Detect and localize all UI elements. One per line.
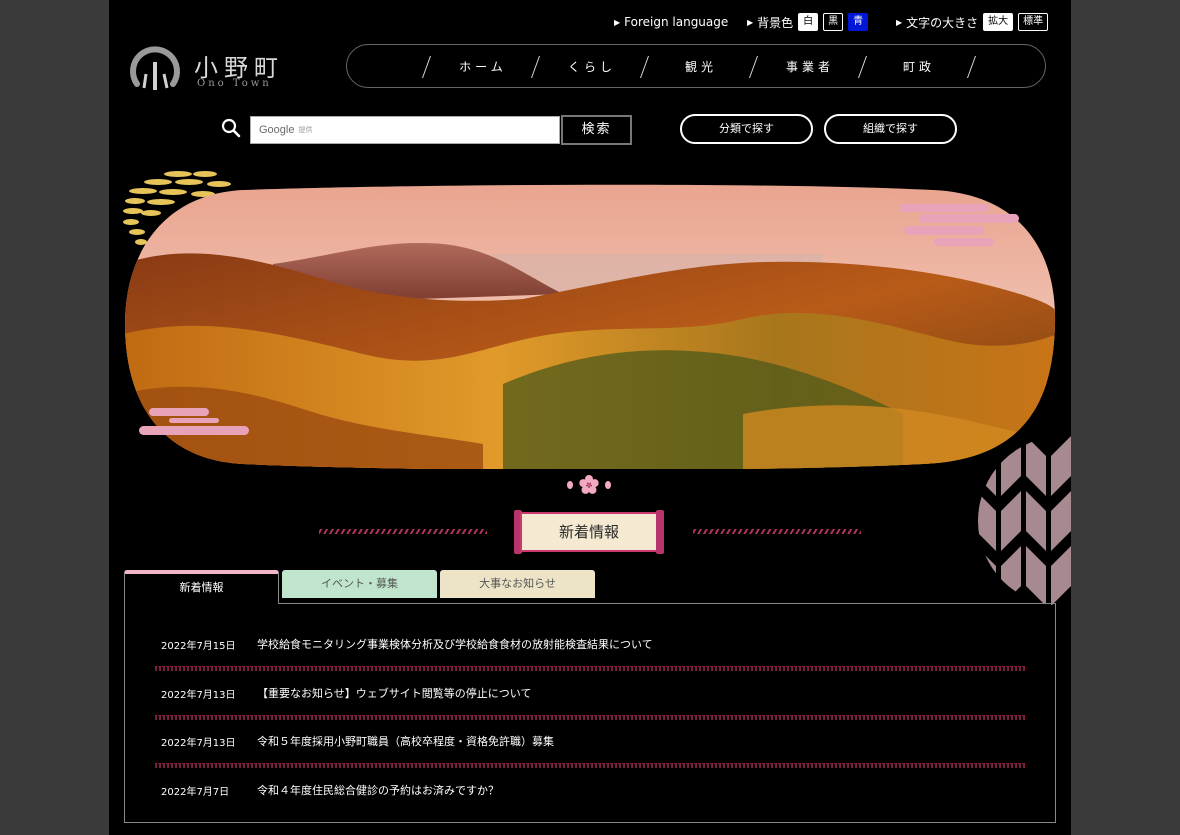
bg-blue-button[interactable]: 青 (848, 13, 869, 31)
logo-name-en: Ono Town (197, 78, 272, 89)
font-size-label: 文字の大きさ (906, 15, 979, 30)
bg-white-button[interactable]: 白 (798, 13, 819, 31)
pink-cloud-decoration (139, 408, 249, 435)
news-date: 2022年7月13日 (161, 690, 236, 701)
nav-divider (421, 56, 432, 78)
scroll-roll-right (656, 510, 664, 554)
news-panel: 2022年7月15日 学校給食モニタリング事業検体分析及び学校給食食材の放射能検… (124, 603, 1056, 823)
font-large-button[interactable]: 拡大 (983, 13, 1014, 31)
title-dashed-line-left (319, 529, 487, 534)
site-logo[interactable]: 小野町 Ono Town (129, 44, 299, 94)
google-provided-label: 提供 (298, 126, 313, 134)
nav-item-business[interactable]: 事業者 (760, 45, 860, 89)
nav-item-town-admin[interactable]: 町政 (869, 45, 969, 89)
news-date: 2022年7月15日 (161, 641, 236, 652)
font-size-control: ▶ 文字の大きさ 拡大 標準 (896, 12, 1049, 32)
search-icon (221, 118, 241, 138)
news-item[interactable]: 2022年7月13日 令和５年度採用小野町職員（高校卒程度・資格免許職）募集 (155, 709, 1025, 768)
news-item[interactable]: 2022年7月15日 学校給食モニタリング事業検体分析及び学校給食食材の放射能検… (155, 612, 1025, 671)
title-dashed-line-right (693, 529, 861, 534)
google-branding: Google (259, 124, 295, 136)
page: ▶ Foreign language ▶ 背景色 白 黒 青 ▶ 文字の大きさ … (109, 0, 1071, 835)
news-item[interactable]: 2022年7月13日 【重要なお知らせ】ウェブサイト閲覧等の停止について (155, 661, 1025, 720)
news-title-link[interactable]: 令和５年度採用小野町職員（高校卒程度・資格免許職）募集 (257, 733, 554, 749)
news-title-link[interactable]: 令和４年度住民総合健診の予約はお済みですか？ (257, 782, 499, 798)
bg-black-button[interactable]: 黒 (823, 13, 844, 31)
tab-new-info[interactable]: 新着情報 (124, 570, 279, 604)
tab-events[interactable]: イベント・募集 (282, 570, 437, 598)
utility-bar: ▶ Foreign language ▶ 背景色 白 黒 青 ▶ 文字の大きさ … (109, 12, 1071, 32)
search-by-category-button[interactable]: 分類で探す (680, 114, 813, 144)
news-date: 2022年7月7日 (161, 787, 230, 798)
search-by-organization-button[interactable]: 組織で探す (824, 114, 957, 144)
news-item[interactable]: 2022年7月7日 令和４年度住民総合健診の予約はお済みですか？ (155, 758, 1025, 806)
news-title-link[interactable]: 学校給食モニタリング事業検体分析及び学校給食食材の放射能検査結果について (257, 636, 653, 652)
cherry-blossom-icon (567, 475, 611, 494)
bg-color-label: 背景色 (757, 15, 794, 30)
news-section-heading: 新着情報 (514, 510, 664, 554)
global-nav: ホーム くらし 観光 事業者 町政 (346, 44, 1046, 88)
section-title-text: 新着情報 (520, 512, 658, 552)
search-input[interactable]: Google 提供 (250, 116, 560, 144)
font-standard-button[interactable]: 標準 (1018, 13, 1049, 31)
triangle-right-icon: ▶ (614, 17, 621, 27)
town-emblem-icon (130, 46, 180, 90)
news-date: 2022年7月13日 (161, 738, 236, 749)
triangle-right-icon: ▶ (896, 17, 903, 27)
background-color-control: ▶ 背景色 白 黒 青 (747, 12, 869, 32)
tab-important-notices[interactable]: 大事なお知らせ (440, 570, 595, 598)
arrow-feather-pattern-decoration (978, 436, 1071, 606)
search-button[interactable]: 検索 (561, 115, 632, 145)
triangle-right-icon: ▶ (747, 17, 754, 27)
nav-item-home[interactable]: ホーム (433, 45, 533, 89)
nav-item-tourism[interactable]: 観光 (651, 45, 751, 89)
foreign-language-link[interactable]: ▶ Foreign language (614, 12, 728, 32)
foreign-language-label: Foreign language (624, 15, 729, 29)
news-title-link[interactable]: 【重要なお知らせ】ウェブサイト閲覧等の停止について (257, 685, 531, 701)
pink-cloud-decoration (899, 204, 1019, 246)
nav-item-living[interactable]: くらし (542, 45, 642, 89)
